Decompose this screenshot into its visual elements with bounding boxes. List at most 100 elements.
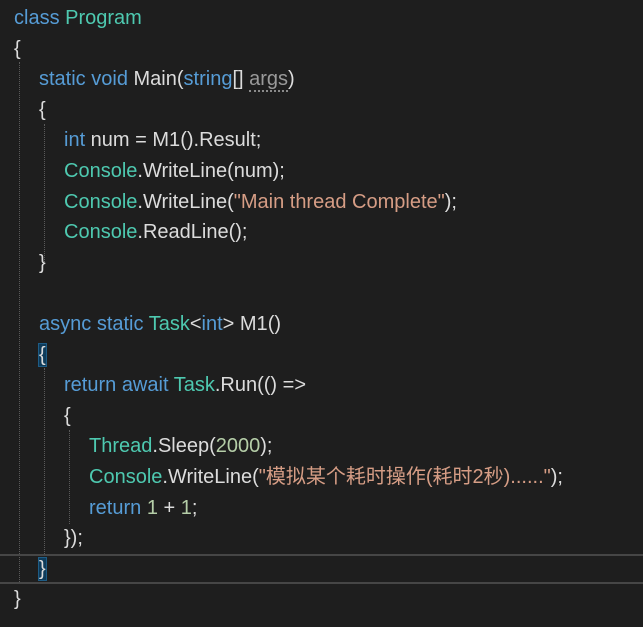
code-token: Console	[89, 466, 163, 488]
code-token: {	[39, 98, 46, 121]
code-line-lambda-open[interactable]: {	[0, 401, 643, 431]
code-token: Console	[64, 190, 138, 213]
code-text: class Program	[14, 3, 142, 33]
code-token: <	[189, 313, 202, 335]
code-token: ;	[191, 496, 198, 519]
code-token: Program	[65, 7, 142, 29]
code-token: WriteLine	[142, 160, 228, 182]
code-token: ();	[228, 221, 248, 244]
code-line-class-open[interactable]: {	[0, 34, 643, 64]
code-token: }	[39, 251, 46, 274]
code-token: int	[201, 313, 223, 335]
code-text: {	[14, 34, 21, 64]
code-token: Run	[220, 374, 258, 397]
code-token: 1	[180, 496, 192, 519]
code-token: (	[176, 68, 184, 91]
code-token: static	[39, 68, 86, 91]
code-text: {	[38, 340, 47, 370]
code-token: M1	[239, 313, 268, 335]
code-token: static	[96, 313, 144, 335]
code-line-main-close[interactable]: }	[0, 248, 643, 278]
code-token: Console	[64, 160, 138, 182]
code-token: return	[64, 374, 117, 397]
code-token: }	[14, 588, 21, 611]
code-token: (	[252, 466, 259, 488]
code-token: +	[157, 496, 181, 519]
code-token: );	[550, 466, 563, 488]
code-token: });	[64, 527, 83, 550]
code-token: Result	[199, 129, 256, 152]
code-token: Console	[64, 221, 138, 244]
code-text: Console.WriteLine("模拟某个耗时操作(耗时2秒)......"…	[89, 462, 563, 492]
code-token: (() =>	[257, 374, 307, 397]
code-text: Console.WriteLine(num);	[64, 156, 285, 186]
code-token: >	[222, 313, 240, 335]
code-line-m1-open[interactable]: {	[0, 340, 643, 370]
code-text: }	[38, 556, 47, 582]
code-token: );	[260, 435, 273, 458]
code-line-main-decl[interactable]: static void Main(string[] args)	[0, 64, 643, 94]
code-token: M1	[152, 129, 181, 152]
code-token: WriteLine	[142, 190, 228, 213]
code-line-blank[interactable]	[0, 278, 643, 308]
code-text: async static Task<int> M1()	[39, 309, 281, 339]
code-token: int	[64, 129, 86, 152]
code-line-main-l3[interactable]: Console.WriteLine("Main thread Complete"…	[0, 187, 643, 217]
code-token: num =	[85, 129, 153, 152]
code-token: WriteLine	[167, 466, 253, 488]
code-token: void	[91, 68, 128, 91]
code-token: await	[121, 374, 169, 397]
code-token: 1	[146, 496, 158, 519]
code-text: static void Main(string[] args)	[39, 64, 295, 94]
code-token: )	[288, 68, 295, 91]
code-token: ().	[180, 129, 200, 152]
code-token: string	[183, 68, 233, 91]
code-text: int num = M1().Result;	[64, 125, 261, 155]
code-token: []	[232, 68, 250, 91]
code-token: Sleep	[157, 435, 210, 458]
code-line-lambda-l1[interactable]: Thread.Sleep(2000);	[0, 431, 643, 461]
code-line-class-decl[interactable]: class Program	[0, 3, 643, 33]
code-token: {	[38, 342, 47, 367]
code-line-m1-decl[interactable]: async static Task<int> M1()	[0, 309, 643, 339]
code-token: (	[227, 190, 234, 213]
code-line-lambda-l3[interactable]: return 1 + 1;	[0, 493, 643, 523]
code-text: return 1 + 1;	[89, 493, 197, 523]
code-token: "Main thread Complete"	[233, 190, 445, 213]
code-line-lambda-l2[interactable]: Console.WriteLine("模拟某个耗时操作(耗时2秒)......"…	[0, 462, 643, 492]
code-token: Task	[148, 313, 190, 335]
code-token: Task	[173, 374, 215, 397]
code-line-main-l1[interactable]: int num = M1().Result;	[0, 125, 643, 155]
code-token: args	[249, 68, 289, 93]
code-token: }	[38, 556, 47, 581]
code-line-m1-return[interactable]: return await Task.Run(() =>	[0, 370, 643, 400]
code-token: ()	[267, 313, 282, 335]
code-token: ;	[255, 129, 262, 152]
code-text: return await Task.Run(() =>	[64, 370, 306, 400]
code-text: {	[64, 401, 71, 431]
code-line-m1-close[interactable]: }	[0, 553, 643, 584]
code-token: Main	[133, 68, 177, 91]
code-line-lambda-close[interactable]: });	[0, 523, 643, 553]
code-text: });	[64, 523, 83, 553]
code-token: "模拟某个耗时操作(耗时2秒)......"	[258, 466, 551, 488]
code-token: ReadLine	[142, 221, 229, 244]
code-token: );	[444, 190, 457, 213]
code-token: (num);	[227, 160, 285, 182]
code-token: Thread	[89, 435, 153, 458]
code-text: Console.WriteLine("Main thread Complete"…	[64, 187, 457, 217]
code-editor[interactable]: class Program { static void Main(string[] …	[0, 0, 643, 627]
code-text: }	[39, 248, 46, 278]
code-token: (	[209, 435, 216, 458]
code-token: {	[14, 37, 21, 60]
code-line-main-open[interactable]: {	[0, 95, 643, 125]
code-line-main-l4[interactable]: Console.ReadLine();	[0, 217, 643, 247]
code-line-main-l2[interactable]: Console.WriteLine(num);	[0, 156, 643, 186]
code-text: }	[14, 584, 21, 614]
code-text: Thread.Sleep(2000);	[89, 431, 272, 461]
code-text: {	[39, 95, 46, 125]
code-token: 2000	[215, 435, 261, 458]
code-line-class-close[interactable]: }	[0, 584, 643, 614]
code-text: Console.ReadLine();	[64, 217, 247, 247]
code-token: async	[39, 313, 92, 335]
